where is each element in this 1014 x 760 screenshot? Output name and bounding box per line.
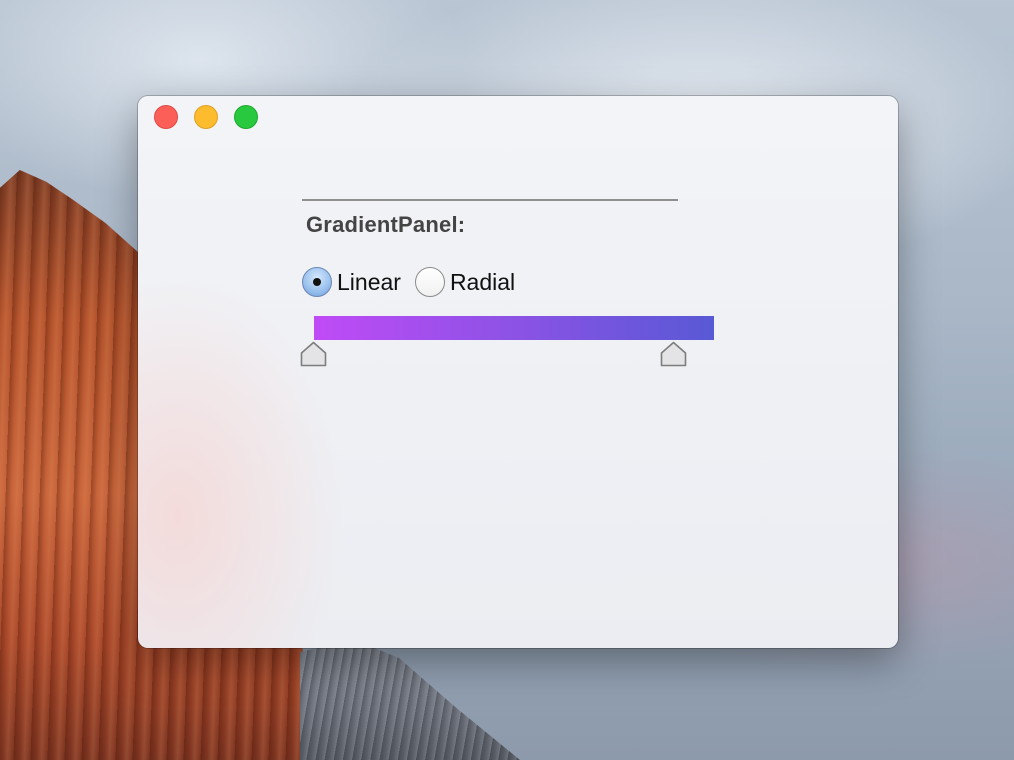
radio-radial[interactable]: Radial [414,267,515,297]
zoom-window-button[interactable] [234,105,258,129]
gradient-preview-bar[interactable] [314,316,714,340]
gradient-stop-start-handle-icon[interactable] [300,341,327,367]
app-window: GradientPanel: Linear Radial [138,96,898,648]
window-controls [154,105,258,129]
minimize-window-button[interactable] [194,105,218,129]
radio-radial-label[interactable]: Radial [450,269,515,296]
panel-separator [302,199,678,201]
radio-linear-selected-icon[interactable] [302,267,332,297]
gradient-panel-label: GradientPanel: [306,212,466,237]
desktop-background: GradientPanel: Linear Radial [0,0,1014,760]
radio-radial-unselected-icon[interactable] [414,267,445,297]
radio-linear[interactable]: Linear [302,267,401,297]
gradient-type-radio-group: Linear Radial [302,267,515,297]
radio-linear-label[interactable]: Linear [337,269,401,296]
close-window-button[interactable] [154,105,178,129]
gradient-stop-end-handle-icon[interactable] [660,341,687,367]
wallpaper-rock [300,640,520,760]
